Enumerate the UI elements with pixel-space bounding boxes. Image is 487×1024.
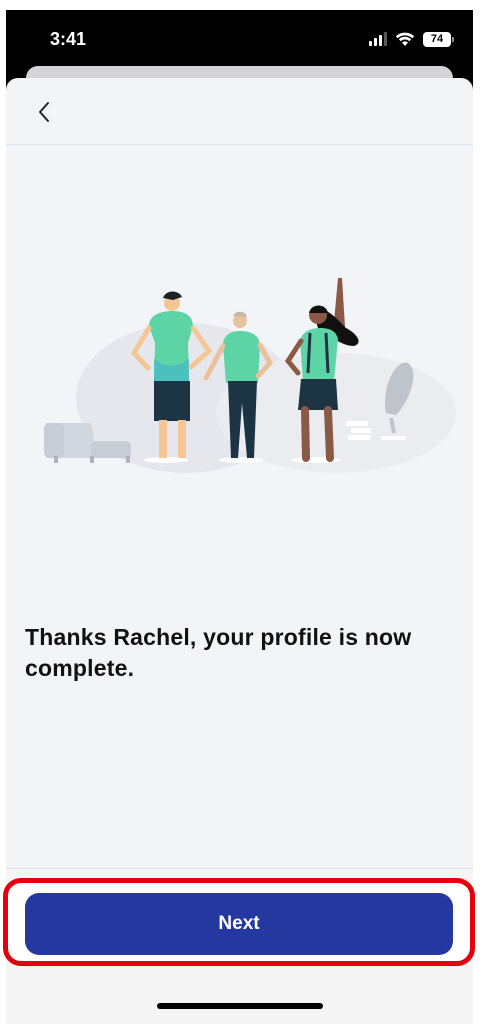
- back-chevron-icon: [39, 102, 49, 122]
- battery-level: 74: [430, 32, 444, 45]
- status-bar: 3:41 74: [6, 10, 473, 68]
- home-indicator: [157, 1003, 323, 1009]
- next-button[interactable]: Next: [25, 893, 453, 955]
- battery-icon: 74: [423, 31, 454, 47]
- header-divider: [6, 144, 473, 145]
- completion-message: Thanks Rachel, your profile is now compl…: [25, 624, 412, 681]
- status-icons: 74: [369, 30, 454, 48]
- wifi-icon: [395, 32, 415, 46]
- status-time: 3:41: [50, 29, 87, 49]
- team-illustration: [44, 278, 456, 473]
- cellular-signal-icon: [369, 32, 387, 46]
- back-button[interactable]: [30, 98, 58, 126]
